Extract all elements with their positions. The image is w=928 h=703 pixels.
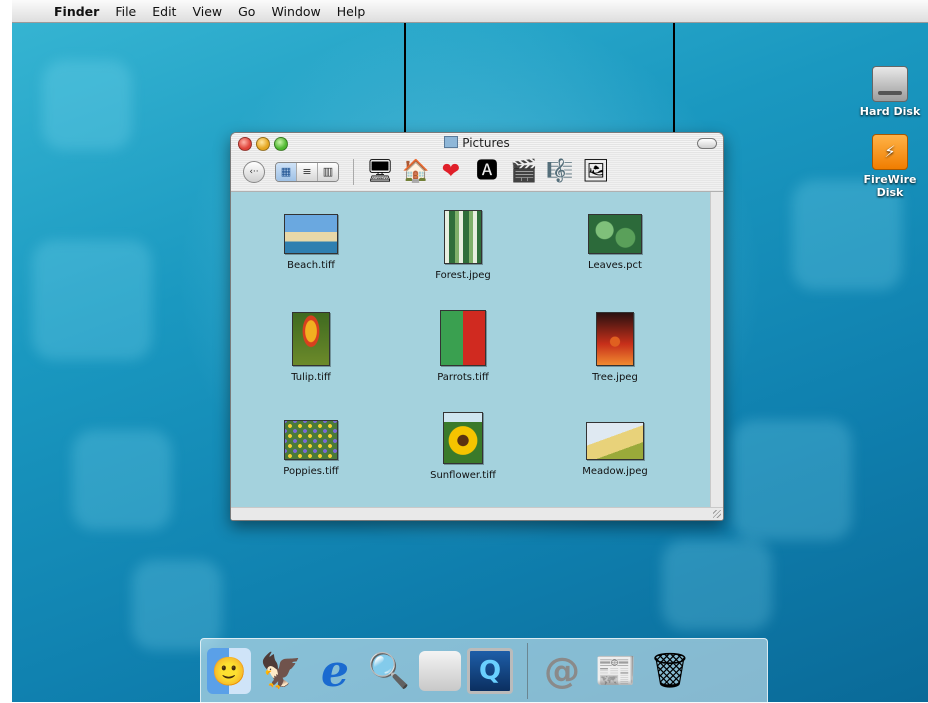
forest-thumbnail <box>444 210 482 264</box>
file-item[interactable]: Leaves.pct <box>555 214 675 271</box>
file-name: Parrots.tiff <box>437 372 489 383</box>
file-item[interactable]: Tree.jpeg <box>555 312 675 383</box>
window-title: Pictures <box>462 136 510 150</box>
vertical-scrollbar[interactable] <box>710 192 723 508</box>
zoom-button[interactable] <box>274 137 288 151</box>
folder-icon <box>444 136 459 148</box>
menu-edit[interactable]: Edit <box>144 4 184 19</box>
desktop-icon-label: Hard Disk <box>859 105 921 118</box>
window-toolbar: ‹·· ▦ ≡ ▥ 🖥 🏠 ❤ 🅰 🎬 🎼 🖼 <box>231 153 723 192</box>
file-name: Sunflower.tiff <box>430 470 496 481</box>
file-item[interactable]: Parrots.tiff <box>403 310 523 383</box>
tulip-thumbnail <box>292 312 330 366</box>
computer-icon[interactable]: 🖥 <box>366 159 394 185</box>
menu-go[interactable]: Go <box>230 4 263 19</box>
desktop-icon-hard-disk[interactable]: Hard Disk <box>850 66 928 118</box>
internet-location-dock-icon[interactable]: @ <box>538 645 586 697</box>
file-name: Tree.jpeg <box>592 372 638 383</box>
finder-dock-icon[interactable]: 🙂 <box>207 648 251 694</box>
minimize-button[interactable] <box>256 137 270 151</box>
menu-window[interactable]: Window <box>263 4 328 19</box>
file-item[interactable]: Beach.tiff <box>251 214 371 271</box>
menu-help[interactable]: Help <box>329 4 374 19</box>
file-name: Meadow.jpeg <box>582 466 648 477</box>
desktop-icon-firewire-disk[interactable]: ⚡ FireWire Disk <box>850 134 928 199</box>
quicktime-dock-icon[interactable]: Q <box>467 648 513 694</box>
tree-thumbnail <box>596 312 634 366</box>
toolbar-divider <box>353 159 354 185</box>
home-icon[interactable]: 🏠 <box>402 159 429 185</box>
horizontal-scrollbar[interactable] <box>231 507 723 520</box>
poppies-thumbnail <box>284 420 338 460</box>
finder-window: Pictures ‹·· ▦ ≡ ▥ 🖥 🏠 ❤ 🅰 🎬 🎼 🖼 Beach.t… <box>230 132 724 521</box>
list-view-button[interactable]: ≡ <box>297 163 318 181</box>
file-name: Forest.jpeg <box>435 270 491 281</box>
file-name: Poppies.tiff <box>283 466 339 477</box>
sunflower-thumbnail <box>443 412 483 464</box>
file-name: Leaves.pct <box>588 260 642 271</box>
parrots-thumbnail <box>440 310 486 366</box>
leaves-thumbnail <box>588 214 642 254</box>
beach-thumbnail <box>284 214 338 254</box>
window-titlebar[interactable]: Pictures <box>231 133 723 153</box>
close-button[interactable] <box>238 137 252 151</box>
hard-disk-icon <box>872 66 908 102</box>
dock-divider <box>527 643 528 699</box>
file-name: Tulip.tiff <box>291 372 331 383</box>
favorites-icon[interactable]: ❤ <box>438 159 464 185</box>
meadow-thumbnail <box>586 422 644 460</box>
menu-view[interactable]: View <box>184 4 230 19</box>
file-item[interactable]: Poppies.tiff <box>251 420 371 477</box>
back-button[interactable]: ‹·· <box>243 161 265 183</box>
pictures-icon[interactable]: 🖼 <box>582 159 610 185</box>
column-view-button[interactable]: ▥ <box>318 163 338 181</box>
menu-bar: Finder File Edit View Go Window Help <box>12 0 928 23</box>
firewire-disk-icon: ⚡ <box>872 134 908 170</box>
document-dock-icon[interactable]: 📰 <box>592 645 640 697</box>
resize-grip-icon[interactable] <box>713 510 721 518</box>
icon-view-area[interactable]: Beach.tiff Forest.jpeg Leaves.pct Tulip.… <box>231 192 711 508</box>
sherlock-dock-icon[interactable]: 🔍 <box>365 645 413 697</box>
file-name: Beach.tiff <box>287 260 335 271</box>
desktop-icon-label: FireWire Disk <box>863 173 917 199</box>
menu-file[interactable]: File <box>107 4 144 19</box>
dock: 🙂 🦅 e 🔍 Q @ 📰 🗑 <box>200 638 768 703</box>
icon-view-button[interactable]: ▦ <box>276 163 297 181</box>
music-icon[interactable]: 🎼 <box>546 159 573 185</box>
menu-finder[interactable]: Finder <box>50 4 107 19</box>
system-preferences-dock-icon[interactable] <box>419 651 461 691</box>
file-item[interactable]: Meadow.jpeg <box>555 422 675 477</box>
movies-icon[interactable]: 🎬 <box>510 159 537 185</box>
file-item[interactable]: Forest.jpeg <box>403 210 523 281</box>
file-item[interactable]: Sunflower.tiff <box>403 412 523 481</box>
toolbar-toggle-button[interactable] <box>697 138 717 149</box>
applications-icon[interactable]: 🅰 <box>474 159 500 185</box>
trash-dock-icon[interactable]: 🗑 <box>646 645 694 697</box>
view-switcher: ▦ ≡ ▥ <box>275 162 339 182</box>
file-item[interactable]: Tulip.tiff <box>251 312 371 383</box>
internet-explorer-dock-icon[interactable]: e <box>311 645 359 697</box>
mail-dock-icon[interactable]: 🦅 <box>257 645 305 697</box>
